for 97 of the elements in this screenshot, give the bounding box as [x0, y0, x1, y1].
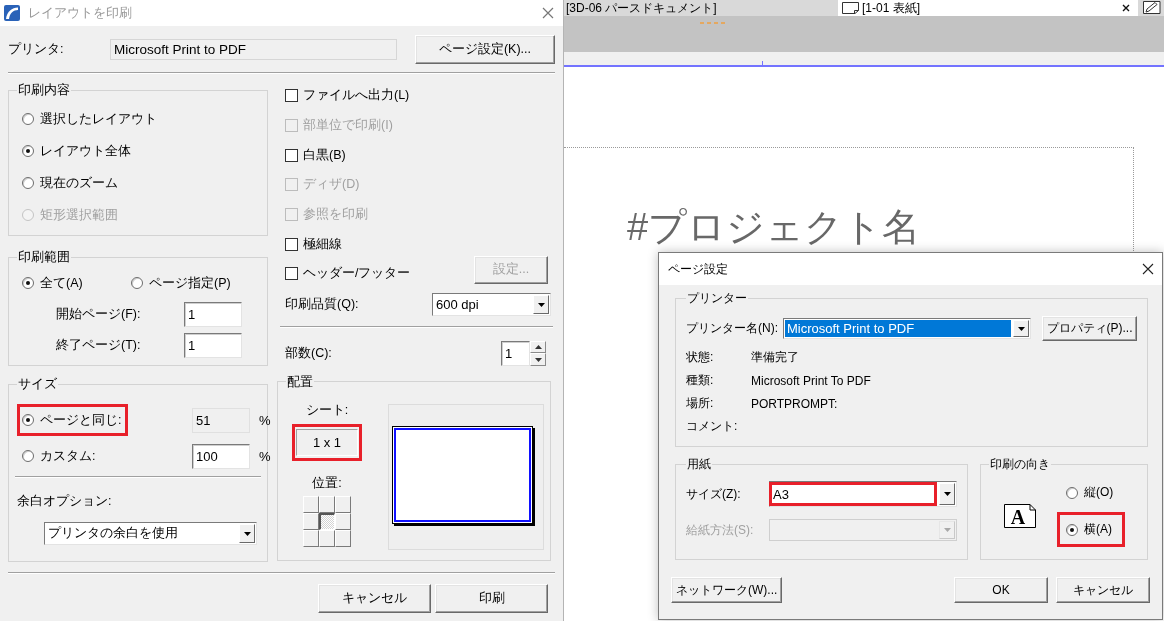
radio-label: 矩形選択範囲 [40, 206, 118, 224]
field-label: 開始ページ(F): [56, 305, 142, 323]
page-number-field[interactable]: 1 [184, 301, 242, 327]
checkbox[interactable] [285, 267, 298, 281]
checkbox-label: ファイルへ出力(L) [303, 87, 410, 105]
page-setup-button[interactable]: ページ設定(K)... [415, 34, 555, 64]
field-label: サイズ(Z): [686, 485, 742, 503]
quality-dropdown[interactable]: 600 dpi [432, 293, 551, 317]
dropdown-value: Microsoft Print to PDF [785, 320, 1011, 337]
page-number-field[interactable]: 1 [184, 332, 242, 358]
caret-icon [243, 531, 251, 536]
checkbox-label: ディザ(D) [303, 176, 360, 194]
info-label: 状態: [686, 349, 715, 366]
copies-label: 部数(C): [285, 344, 332, 362]
caret-icon [943, 528, 951, 532]
scale-field[interactable]: 100 [192, 443, 250, 469]
ok-button[interactable]: OK [954, 577, 1048, 603]
canvas-title: #プロジェクト名 [627, 205, 921, 249]
radio-label: 横(A) [1084, 521, 1112, 538]
spin-down-button[interactable] [530, 353, 546, 366]
info-value: 準備完了 [751, 349, 799, 366]
checkbox-label: 白黒(B) [303, 146, 346, 164]
unit-label: % [259, 448, 271, 464]
quality-label: 印刷品質(Q): [285, 296, 359, 314]
close-icon[interactable] [1122, 4, 1130, 12]
radio-label: 全て(A) [40, 274, 83, 292]
paper-size-dropdown[interactable]: A3 [769, 481, 957, 507]
group-title: 印刷範囲 [17, 250, 71, 264]
group-title: サイズ [17, 377, 58, 391]
group-title: プリンター [686, 291, 748, 305]
info-value: Microsoft Print To PDF [751, 373, 871, 388]
caret-icon [534, 357, 542, 362]
radio-label: ページ指定(P) [149, 274, 231, 292]
sheet-count-field: 1 x 1 [296, 428, 358, 456]
checkbox-label: ヘッダー/フッター [303, 265, 411, 283]
checkbox-label: 参照を印刷 [303, 206, 368, 224]
document-tab[interactable]: [1-01 表紙] [838, 0, 1138, 16]
group-title: 用紙 [686, 457, 712, 471]
window-title: ページ設定 [668, 260, 728, 278]
info-value: PORTPROMPT: [751, 396, 838, 411]
radio-button[interactable] [22, 414, 34, 426]
scale-field[interactable]: 51 [192, 407, 250, 433]
cancel-button[interactable]: キャンセル [1056, 577, 1150, 603]
group-title: 印刷内容 [17, 83, 71, 97]
radio-button[interactable] [22, 450, 34, 462]
info-label: 場所: [686, 395, 715, 412]
info-label: コメント: [686, 418, 739, 435]
radio-label: 現在のズーム [40, 174, 118, 192]
checkbox-label: 部単位で印刷(I) [303, 117, 393, 135]
print-button[interactable]: 印刷 [435, 584, 548, 613]
window-title: レイアウトを印刷 [28, 4, 132, 22]
printer-name-label: プリンター名(N): [686, 320, 778, 337]
network-button[interactable]: ネットワーク(W)... [671, 577, 783, 603]
group-title: 印刷の向き [989, 457, 1051, 471]
radio-label: レイアウト全体 [40, 142, 131, 160]
document-tab[interactable]: [3D-06 パースドキュメント] [564, 0, 838, 16]
close-icon[interactable] [1142, 263, 1154, 275]
radio-button[interactable] [22, 277, 34, 289]
checkbox[interactable] [285, 237, 298, 251]
radio-button[interactable] [22, 145, 34, 157]
checkbox[interactable] [285, 148, 298, 162]
radio-label: 縦(O) [1084, 484, 1114, 501]
dashed-line-icon [700, 22, 728, 24]
printer-name-dropdown[interactable]: Microsoft Print to PDF [783, 318, 1031, 339]
checkbox[interactable] [285, 89, 298, 103]
radio-button[interactable] [22, 113, 34, 125]
printer-label: プリンタ: [8, 40, 65, 58]
radio-label: カスタム: [40, 447, 96, 465]
cancel-button[interactable]: キャンセル [318, 584, 431, 613]
spin-up-button[interactable] [530, 340, 546, 354]
checkbox-label: 極細線 [303, 235, 342, 253]
dropdown-value: A3 [772, 486, 790, 502]
field-label: 給紙方法(S): [686, 521, 755, 539]
margin-dropdown[interactable]: プリンタの余白を使用 [44, 522, 257, 545]
radio-button[interactable] [1066, 486, 1078, 499]
page-letter-icon: A [1004, 504, 1036, 528]
radio-label: 選択したレイアウト [40, 110, 157, 128]
radio-button[interactable] [131, 277, 143, 289]
caret-up-icon [534, 345, 542, 350]
sheet-label: シート: [305, 402, 349, 418]
app-icon [4, 5, 20, 21]
group-title: 配置 [286, 374, 314, 389]
caret-icon [943, 492, 951, 496]
caret-icon [537, 302, 545, 307]
radio-button[interactable] [22, 177, 34, 189]
pencil-page-icon[interactable] [1143, 1, 1161, 14]
info-label: 種類: [686, 372, 715, 389]
printer-field: Microsoft Print to PDF [110, 38, 397, 60]
margin-options-label: 余白オプション: [17, 494, 113, 509]
position-label: 位置: [312, 475, 342, 491]
field-label: 終了ページ(T): [56, 336, 142, 354]
page-icon [842, 2, 859, 14]
properties-button[interactable]: プロパティ(P)... [1042, 316, 1137, 341]
radio-label: ページと同じ: [40, 411, 122, 429]
unit-label: % [259, 412, 271, 428]
caret-icon [1017, 326, 1025, 331]
copies-field[interactable]: 1 [501, 340, 530, 366]
